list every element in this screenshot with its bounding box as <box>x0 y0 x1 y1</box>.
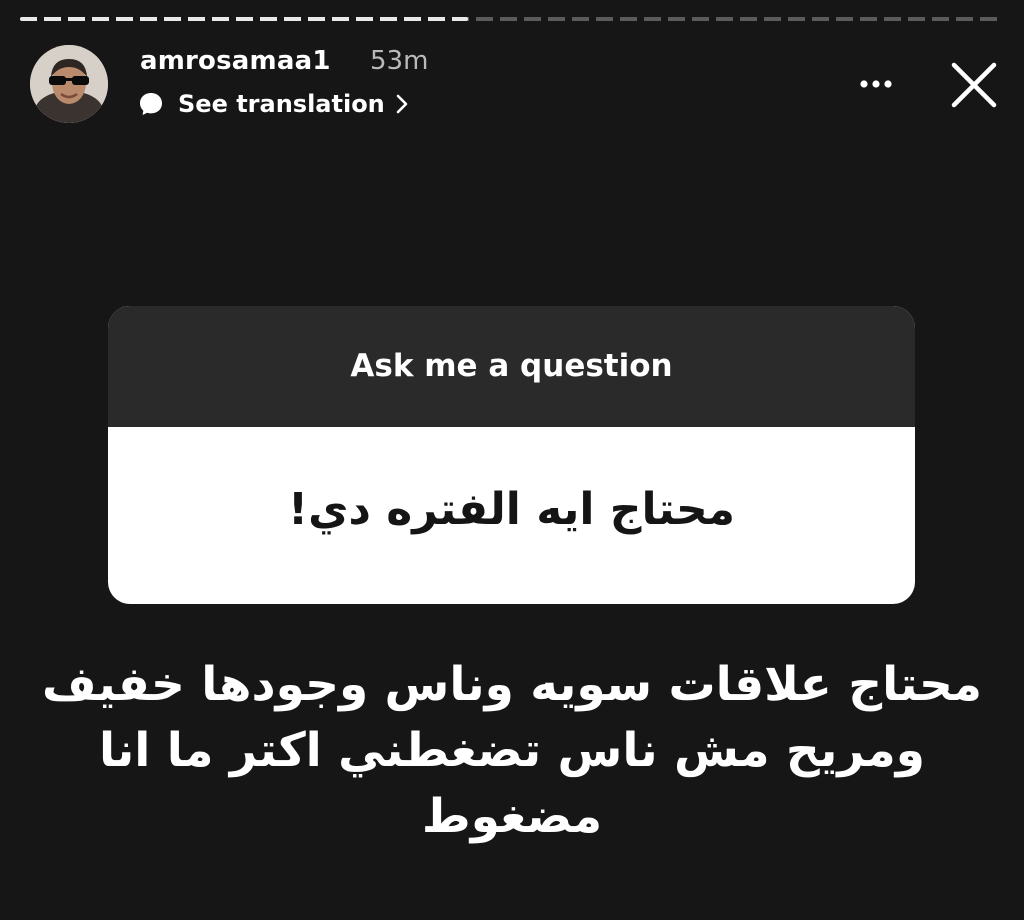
reply-line: ومريح مش ناس تضغطني اكتر ما انا مضغوط <box>99 723 925 844</box>
more-options-button[interactable] <box>848 64 904 104</box>
close-button[interactable] <box>944 55 1004 115</box>
chevron-right-icon <box>395 93 409 115</box>
question-sticker-header: Ask me a question <box>108 306 915 427</box>
post-timestamp: 53m <box>370 46 429 76</box>
story-reply-text: محتاج علاقات سويه وناس وجودها خفيف ومريح… <box>40 652 984 850</box>
speech-bubble-icon <box>138 91 164 117</box>
story-progress-bar <box>20 17 1004 21</box>
ellipsis-icon <box>860 80 892 88</box>
avatar[interactable] <box>30 45 108 123</box>
username[interactable]: amrosamaa1 <box>140 46 331 76</box>
see-translation-button[interactable]: See translation <box>138 86 409 122</box>
question-text: محتاج ايه الفتره دي! <box>288 484 735 535</box>
close-icon <box>951 62 997 108</box>
question-sticker-title: Ask me a question <box>350 347 673 384</box>
question-sticker[interactable]: Ask me a question محتاج ايه الفتره دي! <box>108 306 915 604</box>
reply-line: محتاج علاقات سويه وناس وجودها خفيف <box>42 657 982 712</box>
see-translation-label: See translation <box>178 90 385 118</box>
avatar-photo-icon <box>30 45 108 123</box>
question-sticker-body: محتاج ايه الفتره دي! <box>108 427 915 604</box>
story-progress-fill <box>20 17 468 21</box>
